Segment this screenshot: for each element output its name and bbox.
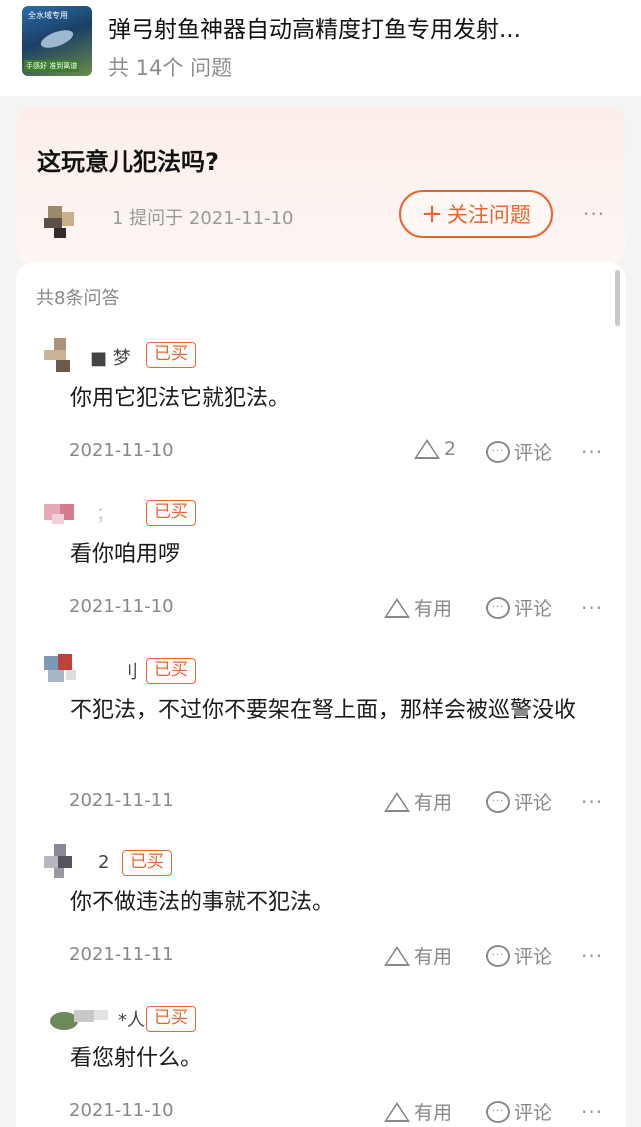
- comment-icon: ···: [486, 944, 510, 967]
- follow-question-button[interactable]: + 关注问题: [399, 190, 553, 238]
- more-icon[interactable]: ···: [581, 790, 603, 814]
- bought-badge: 已买: [122, 850, 172, 876]
- answers-count: 共8条问答: [36, 288, 120, 309]
- username: 2: [98, 852, 110, 873]
- follow-label: 关注问题: [446, 203, 531, 227]
- avatar[interactable]: [44, 652, 78, 686]
- useful-button[interactable]: 有用: [384, 942, 452, 969]
- answer-text: 不犯法，不过你不要架在弩上面，那样会被巡警没收: [70, 698, 577, 723]
- comment-label: 评论: [514, 598, 553, 620]
- comment-label: 评论: [514, 1102, 553, 1124]
- useful-label: 有用: [414, 1102, 453, 1124]
- comment-button[interactable]: ··· 评论: [486, 1098, 552, 1125]
- answers-panel: 共8条问答 ■ 梦 已买 你用它犯法它就犯法。 2021-11-10 2 ···…: [16, 262, 626, 1127]
- useful-button[interactable]: 有用: [384, 594, 452, 621]
- question-meta: 1 提问于 2021-11-10: [112, 208, 294, 229]
- username: *人: [118, 1010, 145, 1031]
- answer-date: 2021-11-10: [69, 596, 174, 617]
- bought-badge: 已买: [146, 342, 196, 368]
- plus-icon: +: [421, 199, 443, 229]
- comment-icon: ···: [486, 440, 510, 463]
- answer-date: 2021-11-11: [69, 790, 174, 811]
- comment-label: 评论: [514, 946, 553, 968]
- useful-button[interactable]: 有用: [384, 1098, 452, 1125]
- product-thumbnail[interactable]: 全水域专用 手感好 准到离谱: [22, 6, 92, 76]
- comment-icon: ···: [486, 1100, 510, 1123]
- comment-button[interactable]: ··· 评论: [486, 594, 552, 621]
- scrollbar[interactable]: [615, 270, 620, 326]
- comment-button[interactable]: ··· 评论: [486, 942, 552, 969]
- comment-icon: ···: [486, 596, 510, 619]
- fish-icon: [38, 26, 76, 52]
- answer-text: 看您射什么。: [70, 1046, 203, 1071]
- avatar[interactable]: [44, 1004, 108, 1038]
- username: 刂: [120, 662, 138, 683]
- thumb-up-triangle-icon: [384, 597, 410, 618]
- avatar[interactable]: [44, 338, 78, 372]
- bought-badge: 已买: [146, 500, 196, 526]
- useful-label: 有用: [414, 946, 453, 968]
- username: ；: [96, 504, 114, 525]
- answer-date: 2021-11-11: [69, 944, 174, 965]
- thumb-up-triangle-icon: [384, 1101, 410, 1122]
- answer-text: 看你咱用啰: [70, 542, 181, 567]
- comment-icon: ···: [486, 790, 510, 813]
- more-icon[interactable]: ···: [581, 944, 603, 968]
- avatar[interactable]: [44, 844, 78, 878]
- comment-label: 评论: [514, 792, 553, 814]
- answer-date: 2021-11-10: [69, 1100, 174, 1121]
- thumb-caption-bottom: 手感好 准到离谱: [24, 60, 80, 72]
- bought-badge: 已买: [146, 658, 196, 684]
- answer-text: 你用它犯法它就犯法。: [70, 386, 291, 411]
- question-count: 共 14个 问题: [108, 56, 233, 80]
- like-button[interactable]: 2: [414, 438, 456, 460]
- more-icon[interactable]: ···: [581, 440, 603, 464]
- avatar[interactable]: [44, 496, 78, 530]
- comment-button[interactable]: ··· 评论: [486, 788, 552, 815]
- comment-label: 评论: [514, 442, 553, 464]
- thumb-up-triangle-icon: [384, 791, 410, 812]
- question-more-icon[interactable]: ···: [583, 202, 605, 226]
- question-title: 这玩意儿犯法吗?: [37, 148, 219, 176]
- product-title: 弹弓射鱼神器自动高精度打鱼专用发射...: [108, 17, 521, 43]
- useful-label: 有用: [414, 598, 453, 620]
- like-count: 2: [444, 438, 457, 460]
- answer-date: 2021-11-10: [69, 440, 174, 461]
- thumb-up-triangle-icon: [414, 439, 440, 459]
- more-icon[interactable]: ···: [581, 596, 603, 620]
- comment-button[interactable]: ··· 评论: [486, 438, 552, 465]
- bought-badge: 已买: [146, 1006, 196, 1032]
- useful-label: 有用: [414, 792, 453, 814]
- more-icon[interactable]: ···: [581, 1100, 603, 1124]
- thumb-up-triangle-icon: [384, 945, 410, 966]
- useful-button[interactable]: 有用: [384, 788, 452, 815]
- thumb-caption-top: 全水域专用: [28, 11, 68, 20]
- asker-avatar: [44, 206, 76, 238]
- answer-text: 你不做违法的事就不犯法。: [70, 890, 335, 915]
- question-card: 这玩意儿犯法吗? 1 提问于 2021-11-10 + 关注问题 ···: [16, 106, 626, 264]
- product-header[interactable]: 全水域专用 手感好 准到离谱 弹弓射鱼神器自动高精度打鱼专用发射... 共 14…: [0, 0, 641, 96]
- username: ■ 梦: [90, 348, 131, 369]
